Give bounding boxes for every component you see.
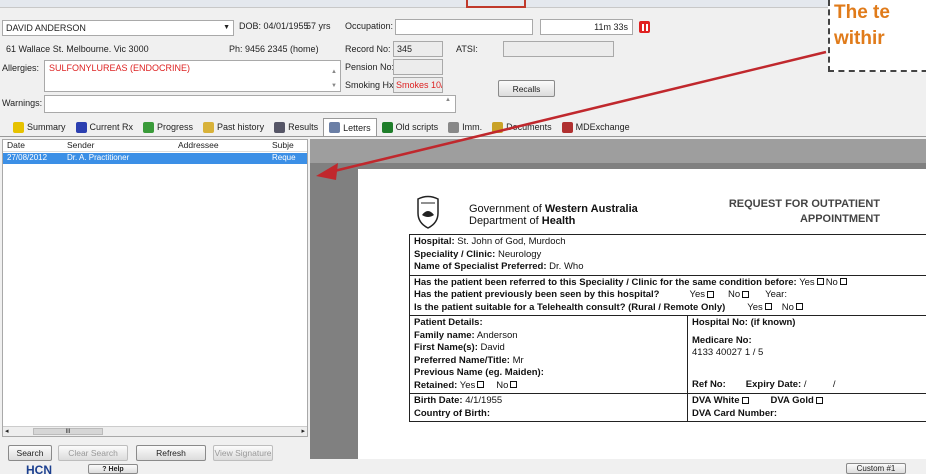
annotation-arrow: [316, 50, 827, 180]
arrow-head-icon: [316, 163, 338, 180]
callout-line2: withir: [834, 28, 885, 49]
annotation-callout: The te withir: [828, 0, 926, 72]
callout-line1: The te: [834, 2, 890, 23]
arrow-line: [329, 50, 827, 174]
